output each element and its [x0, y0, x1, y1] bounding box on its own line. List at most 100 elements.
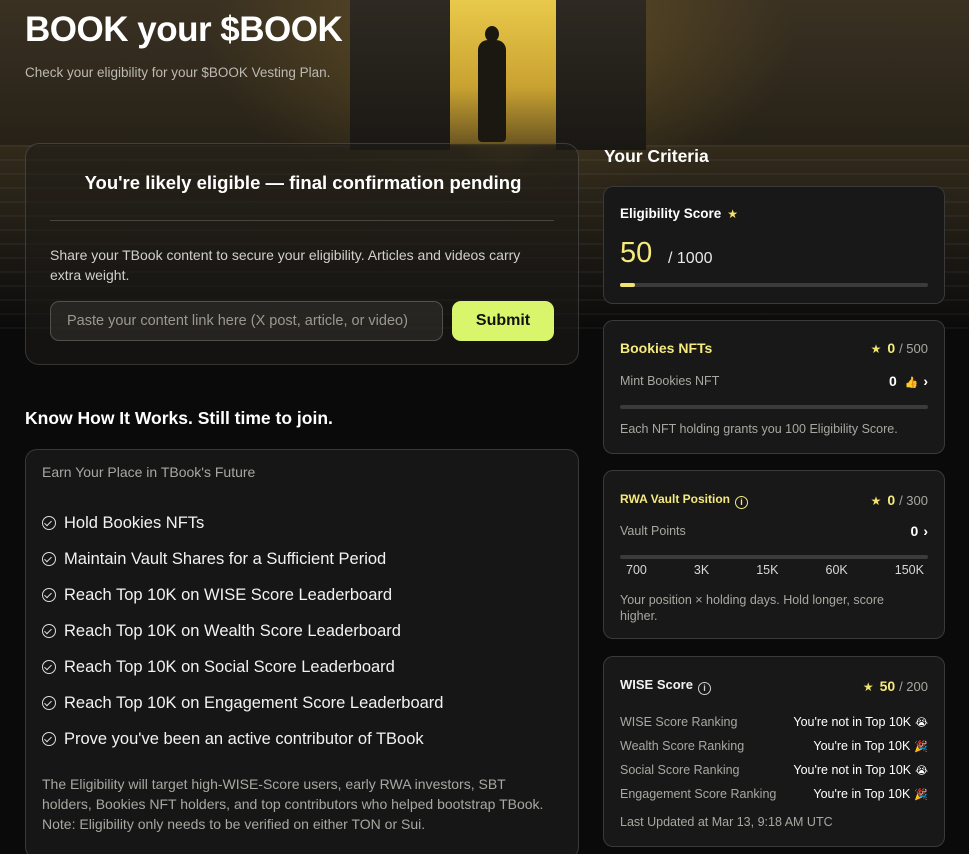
rwa-tick: 3K — [693, 563, 710, 577]
vault-points-row[interactable]: Vault Points 0 › — [620, 523, 928, 539]
rwa-tick: 15K — [756, 563, 779, 577]
mint-bookies-value[interactable]: 0 👍 › — [889, 373, 928, 389]
ranking-status: You're in Top 10K — [813, 739, 911, 753]
bookies-points-value: 0 — [887, 340, 896, 356]
check-circle-icon — [42, 552, 56, 566]
content-link-input[interactable] — [50, 301, 443, 341]
eligibility-note: The Eligibility will target high-WISE-Sc… — [42, 774, 552, 834]
eligibility-status-title: You're likely eligible — final confirmat… — [84, 172, 522, 193]
hero-wall-right — [556, 0, 646, 150]
rwa-tick-labels: 700 3K 15K 60K 150K — [626, 563, 924, 577]
checklist-item: Hold Bookies NFTs — [42, 505, 443, 541]
star-icon: ★ — [862, 679, 874, 694]
thumbs-up-icon: 👍 — [904, 377, 919, 389]
page-subtitle: Check your eligibility for your $BOOK Ve… — [25, 65, 331, 80]
crying-face-icon: 😭 — [915, 717, 928, 729]
ranking-value: You're not in Top 10K 😭 — [793, 715, 928, 729]
eligibility-card: You're likely eligible — final confirmat… — [25, 143, 579, 365]
criteria-checklist: Hold Bookies NFTs Maintain Vault Shares … — [42, 505, 443, 757]
checklist-item: Prove you've been an active contributor … — [42, 721, 443, 757]
ranking-row: WISE Score Ranking You're not in Top 10K 😭 — [620, 710, 928, 734]
star-icon: ★ — [727, 207, 739, 221]
wise-score-card: WISE Score i ★ 50 / 200 WISE Score Ranking… — [603, 656, 945, 847]
eligibility-progress-fill — [620, 283, 635, 287]
rwa-title-group: RWA Vault Position i — [620, 490, 749, 509]
check-circle-icon — [42, 732, 56, 746]
rwa-points-max: / 300 — [899, 492, 928, 508]
vault-points-value[interactable]: 0 › — [911, 523, 928, 539]
check-circle-icon — [42, 660, 56, 674]
ranking-label: WISE Score Ranking — [620, 715, 738, 729]
submit-button[interactable]: Submit — [452, 301, 554, 341]
ranking-label: Engagement Score Ranking — [620, 787, 777, 801]
ranking-status: You're not in Top 10K — [793, 763, 912, 777]
ranking-value: You're in Top 10K 🎉 — [813, 787, 928, 801]
ranking-status: You're not in Top 10K — [793, 715, 912, 729]
divider — [50, 220, 554, 221]
ranking-value: You're in Top 10K 🎉 — [813, 739, 928, 753]
crying-face-icon: 😭 — [915, 765, 928, 777]
how-it-works-heading: Know How It Works. Still time to join. — [25, 408, 333, 428]
vault-points-label: Vault Points — [620, 524, 686, 538]
vault-points-count: 0 — [910, 523, 919, 539]
bookies-card-header: Bookies NFTs ★ 0 / 500 — [620, 340, 928, 356]
eligibility-score-max: / 1000 — [668, 250, 713, 267]
hero-wall-left — [350, 0, 450, 150]
star-icon: ★ — [870, 342, 882, 356]
rwa-note: Your position × holding days. Hold longe… — [620, 593, 884, 623]
criteria-heading: Your Criteria — [604, 146, 709, 166]
checklist-item-label: Reach Top 10K on Wealth Score Leaderboar… — [64, 621, 401, 640]
wise-points: ★ 50 / 200 — [863, 678, 928, 694]
mint-bookies-count: 0 — [888, 373, 897, 389]
checklist-item: Reach Top 10K on WISE Score Leaderboard — [42, 577, 443, 613]
wise-ranking-list: WISE Score Ranking You're not in Top 10K 😭… — [620, 710, 928, 806]
wise-title-group: WISE Score i — [620, 676, 711, 695]
chevron-right-icon[interactable]: › — [923, 523, 928, 539]
rwa-points-value: 0 — [887, 491, 896, 508]
check-circle-icon — [42, 624, 56, 638]
ranking-row: Wealth Score Ranking You're in Top 10K 🎉 — [620, 734, 928, 758]
how-it-works-card: Earn Your Place in TBook's Future Hold B… — [25, 449, 579, 854]
rwa-vault-card: RWA Vault Position i ★ 0 / 300 Vault Point… — [603, 470, 945, 639]
checklist-item-label: Reach Top 10K on Engagement Score Leader… — [64, 693, 444, 712]
info-icon[interactable]: i — [697, 682, 711, 695]
eligibility-score-card: Eligibility Score ★ 50 / 1000 — [603, 186, 945, 304]
party-popper-icon: 🎉 — [914, 789, 928, 801]
checklist-item: Reach Top 10K on Engagement Score Leader… — [42, 685, 443, 721]
checklist-item-label: Reach Top 10K on WISE Score Leaderboard — [64, 585, 393, 604]
eligibility-score-value: 50 — [620, 237, 653, 269]
bookies-nfts-card: Bookies NFTs ★ 0 / 500 Mint Bookies NFT 0… — [603, 320, 945, 454]
wise-points-value: 50 — [879, 677, 896, 694]
check-circle-icon — [42, 516, 56, 530]
check-circle-icon — [42, 588, 56, 602]
rwa-card-header: RWA Vault Position i ★ 0 / 300 — [620, 490, 928, 509]
checklist-item: Reach Top 10K on Wealth Score Leaderboar… — [42, 613, 443, 649]
eligibility-score-label-text: Eligibility Score — [620, 206, 722, 221]
bookies-points-max: / 500 — [899, 341, 928, 356]
checklist-item-label: Prove you've been an active contributor … — [64, 729, 424, 748]
eligibility-progress-track — [620, 283, 928, 287]
page-title: BOOK your $BOOK — [25, 10, 343, 49]
chevron-right-icon[interactable]: › — [923, 373, 928, 389]
ranking-row: Social Score Ranking You're not in Top 10… — [620, 758, 928, 782]
hero-figure-silhouette — [478, 40, 506, 142]
ranking-status: You're in Top 10K — [813, 787, 911, 801]
bookies-note: Each NFT holding grants you 100 Eligibil… — [620, 422, 898, 436]
bookies-points: ★ 0 / 500 — [871, 340, 928, 356]
checklist-item-label: Reach Top 10K on Social Score Leaderboar… — [64, 657, 395, 676]
eligibility-chain-note: Note: Eligibility only needs to be verif… — [42, 816, 426, 832]
rwa-progress-track — [620, 555, 928, 559]
checklist-item: Reach Top 10K on Social Score Leaderboar… — [42, 649, 443, 685]
ranking-label: Social Score Ranking — [620, 763, 740, 777]
mint-bookies-row[interactable]: Mint Bookies NFT 0 👍 › — [620, 373, 928, 389]
last-updated-timestamp: Last Updated at Mar 13, 9:18 AM UTC — [620, 815, 833, 829]
bookies-title: Bookies NFTs — [620, 340, 713, 356]
ranking-label: Wealth Score Ranking — [620, 739, 745, 753]
ranking-row: Engagement Score Ranking You're in Top 10… — [620, 782, 928, 806]
wise-card-header: WISE Score i ★ 50 / 200 — [620, 676, 928, 695]
mint-bookies-label: Mint Bookies NFT — [620, 374, 720, 388]
info-icon[interactable]: i — [735, 496, 749, 509]
eligibility-score-label: Eligibility Score ★ — [620, 206, 738, 221]
star-icon: ★ — [870, 493, 882, 508]
rwa-tick: 60K — [825, 563, 848, 577]
